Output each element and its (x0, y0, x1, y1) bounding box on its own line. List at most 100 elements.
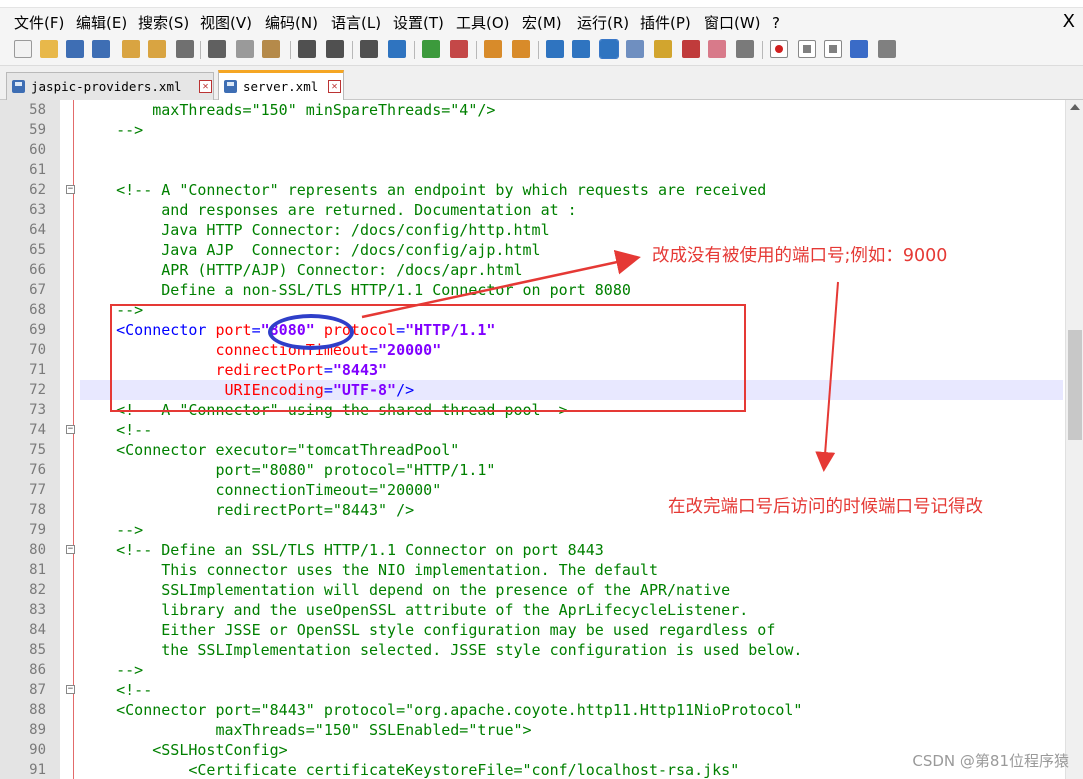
code-token: <!-- A "Connector" using the shared thre… (80, 401, 568, 419)
function-list-icon[interactable] (682, 40, 700, 58)
vertical-scrollbar[interactable] (1065, 100, 1083, 779)
close-all-icon[interactable] (148, 40, 166, 58)
code-token: <Certificate certificateKeystoreFile="co… (80, 761, 740, 779)
user-language-icon[interactable] (626, 40, 644, 58)
notepad-plus-plus-window: 文件(F) 编辑(E) 搜索(S) 视图(V) 编码(N) 语言(L) 设置(T… (0, 0, 1083, 779)
line-number: 72 (29, 382, 46, 398)
line-text: --> (80, 300, 143, 320)
folder-workspace-icon[interactable] (708, 40, 726, 58)
zoom-out-icon[interactable] (450, 40, 468, 58)
code-token: port (215, 321, 252, 339)
line-number: 85 (29, 642, 46, 658)
line-text: Java HTTP Connector: /docs/config/http.h… (80, 220, 549, 240)
close-document-button[interactable]: X (1063, 12, 1075, 32)
scroll-up-arrow-icon[interactable] (1070, 104, 1080, 110)
fold-toggle-icon[interactable]: − (66, 545, 75, 554)
menu-help[interactable]: ? (772, 14, 780, 32)
redo-icon[interactable] (326, 40, 344, 58)
menu-view[interactable]: 视图(V) (200, 14, 252, 32)
code-token: = (251, 321, 261, 339)
tab-close-icon[interactable]: ✕ (199, 80, 212, 93)
code-line: 73 <!-- A "Connector" using the shared t… (0, 400, 1065, 420)
new-file-icon[interactable] (14, 40, 32, 58)
save-icon[interactable] (66, 40, 84, 58)
document-map-icon[interactable] (654, 40, 672, 58)
play-macro-icon[interactable] (824, 40, 842, 58)
zoom-in-icon[interactable] (422, 40, 440, 58)
find-icon[interactable] (360, 40, 378, 58)
editor-area[interactable]: 58 maxThreads="150" minSpareThreads="4"/… (0, 100, 1083, 779)
line-text: connectionTimeout="20000" (80, 340, 441, 360)
line-number: 81 (29, 562, 46, 578)
sync-horizontal-icon[interactable] (512, 40, 530, 58)
toolbar-separator (290, 41, 291, 59)
code-token: connectionTimeout (80, 341, 369, 359)
undo-icon[interactable] (298, 40, 316, 58)
line-number: 73 (29, 402, 46, 418)
code-lines: 58 maxThreads="150" minSpareThreads="4"/… (0, 100, 1065, 779)
monitoring-icon[interactable] (736, 40, 754, 58)
code-token: Java AJP Connector: /docs/config/ajp.htm… (80, 241, 541, 259)
cut-icon[interactable] (208, 40, 226, 58)
tab-server-xml[interactable]: server.xml ✕ (218, 70, 344, 101)
line-number: 90 (29, 742, 46, 758)
line-text: APR (HTTP/AJP) Connector: /docs/apr.html (80, 260, 522, 280)
open-file-icon[interactable] (40, 40, 58, 58)
indent-guide-icon[interactable] (599, 39, 619, 59)
line-text: <!-- A "Connector" using the shared thre… (80, 400, 568, 420)
save-all-icon[interactable] (92, 40, 110, 58)
code-line: 58 maxThreads="150" minSpareThreads="4"/… (0, 100, 1065, 120)
code-token: Define a non-SSL/TLS HTTP/1.1 Connector … (80, 281, 631, 299)
menu-encoding[interactable]: 编码(N) (265, 14, 318, 32)
run-macro-multiple-icon[interactable] (850, 40, 868, 58)
line-number: 65 (29, 242, 46, 258)
line-text: redirectPort="8443" (80, 360, 387, 380)
line-number: 87 (29, 682, 46, 698)
paste-icon[interactable] (262, 40, 280, 58)
fold-toggle-icon[interactable]: − (66, 425, 75, 434)
code-token: redirectPort="8443" /> (80, 501, 415, 519)
line-text: This connector uses the NIO implementati… (80, 560, 658, 580)
menu-macro[interactable]: 宏(M) (522, 14, 562, 32)
show-all-chars-icon[interactable] (572, 40, 590, 58)
fold-toggle-icon[interactable]: − (66, 685, 75, 694)
code-line: 74 − <!-- (0, 420, 1065, 440)
title-bar-strip (0, 0, 1083, 8)
code-line: 59 --> (0, 120, 1065, 140)
code-line: 71 redirectPort="8443" (0, 360, 1065, 380)
menu-tools[interactable]: 工具(O) (456, 14, 510, 32)
menu-edit[interactable]: 编辑(E) (76, 14, 127, 32)
menu-run[interactable]: 运行(R) (577, 14, 629, 32)
play-macro-icon-glyph (829, 45, 837, 53)
word-wrap-icon[interactable] (546, 40, 564, 58)
line-number: 59 (29, 122, 46, 138)
close-icon[interactable] (122, 40, 140, 58)
replace-icon[interactable] (388, 40, 406, 58)
menu-search[interactable]: 搜索(S) (138, 14, 189, 32)
line-text: <!-- A "Connector" represents an endpoin… (80, 180, 766, 200)
sync-vertical-icon[interactable] (484, 40, 502, 58)
save-macro-icon[interactable] (878, 40, 896, 58)
stop-macro-icon[interactable] (798, 40, 816, 58)
fold-toggle-icon[interactable]: − (66, 185, 75, 194)
line-number: 79 (29, 522, 46, 538)
tab-jaspic-providers[interactable]: jaspic-providers.xml ✕ (6, 72, 214, 100)
menu-file[interactable]: 文件(F) (14, 14, 64, 32)
record-macro-icon[interactable] (770, 40, 788, 58)
copy-icon[interactable] (236, 40, 254, 58)
menu-bar: 文件(F) 编辑(E) 搜索(S) 视图(V) 编码(N) 语言(L) 设置(T… (0, 8, 1083, 34)
tab-close-icon[interactable]: ✕ (328, 80, 341, 93)
code-token: = (396, 321, 406, 339)
menu-window[interactable]: 窗口(W) (704, 14, 761, 32)
line-number: 78 (29, 502, 46, 518)
menu-plugins[interactable]: 插件(P) (640, 14, 691, 32)
code-line: 82 SSLImplementation will depend on the … (0, 580, 1065, 600)
code-token: "20000" (378, 341, 442, 359)
menu-settings[interactable]: 设置(T) (393, 14, 444, 32)
code-token: <SSLHostConfig> (80, 741, 288, 759)
print-icon[interactable] (176, 40, 194, 58)
menu-language[interactable]: 语言(L) (331, 14, 381, 32)
scroll-thumb[interactable] (1068, 330, 1082, 440)
line-text: --> (80, 660, 143, 680)
code-token: --> (80, 521, 144, 539)
